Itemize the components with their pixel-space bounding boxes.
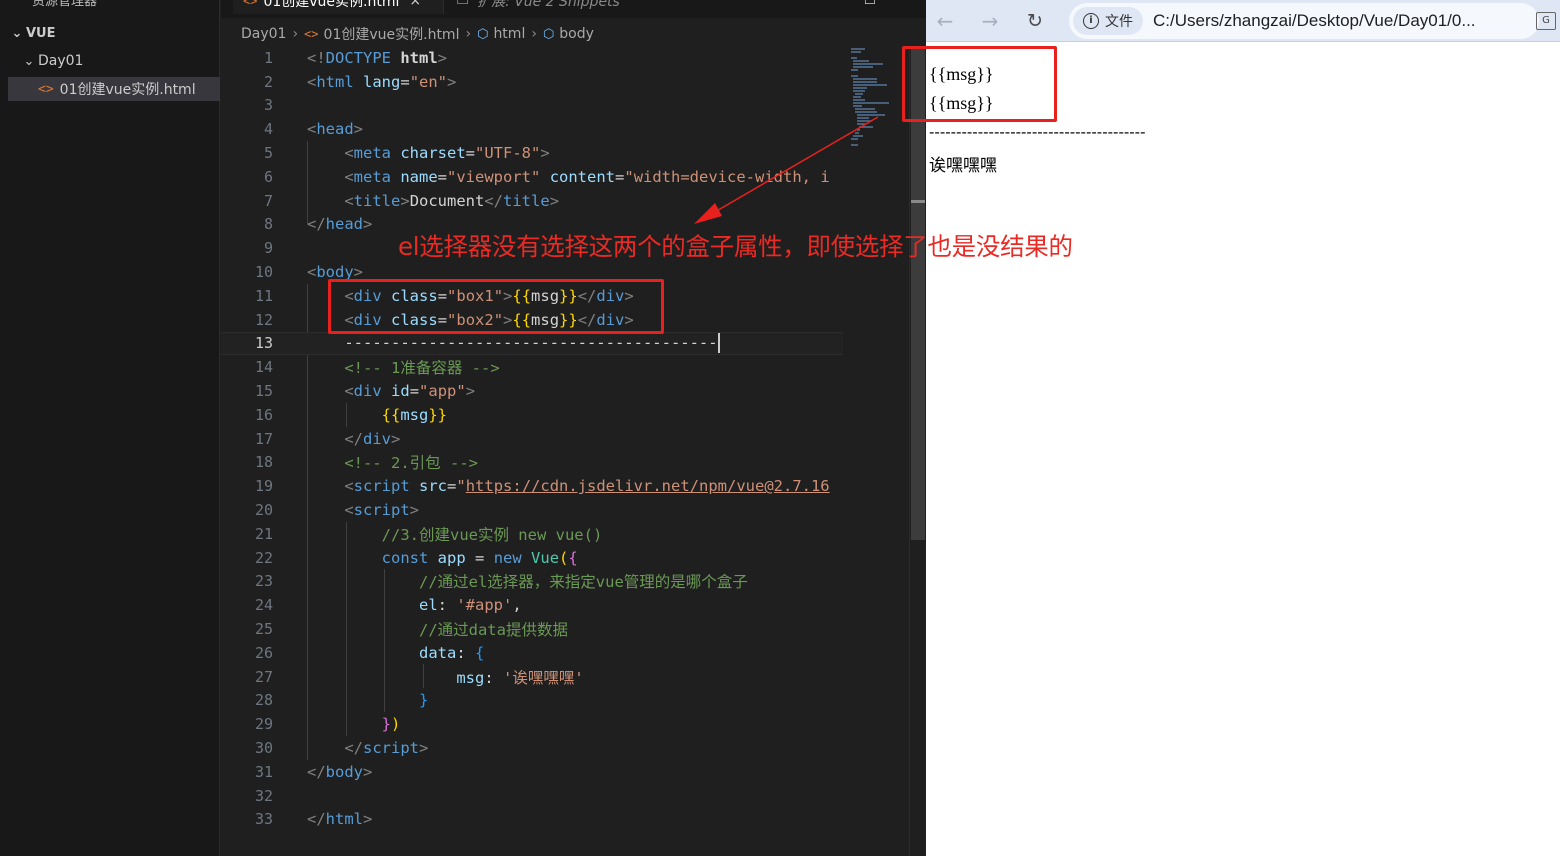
code-line: 23 //通过el选择器，来指定vue管理的是哪个盒子 — [254, 572, 748, 592]
extension-icon: ▭ — [456, 0, 470, 9]
breadcrumb-file[interactable]: 01创建vue实例.html — [324, 24, 460, 44]
code-line: 15 <div id="app"> — [254, 382, 476, 401]
code-line: 12 <div class="box2">{{msg}}</div> — [254, 310, 634, 329]
breadcrumb-folder[interactable]: Day01 — [241, 26, 286, 42]
code-line: 21 //3.创建vue实例 new vue() — [254, 524, 603, 544]
back-arrow-icon[interactable]: ← — [932, 8, 958, 34]
code-line: 30 </script> — [254, 739, 429, 758]
tree-file-label: 01创建vue实例.html — [59, 82, 196, 98]
code-line: 16 {{msg}} — [254, 405, 447, 424]
chevron-right-icon: › — [531, 26, 537, 42]
code-line: 20 <script> — [254, 501, 420, 520]
info-icon: i — [1083, 13, 1099, 29]
activity-bar — [0, 0, 8, 856]
address-bar[interactable]: i 文件 C:/Users/zhangzai/Desktop/Vue/Day01… — [1069, 3, 1539, 39]
site-info-chip[interactable]: i 文件 — [1073, 7, 1143, 35]
browser-window: ← → ↻ i 文件 C:/Users/zhangzai/Desktop/Vue… — [926, 0, 1560, 856]
code-line-current: 13 -------------------------------------… — [221, 331, 843, 356]
code-line: 2 <html lang="en"> — [263, 72, 457, 91]
chevron-right-icon: › — [292, 26, 299, 42]
annotation-text: el选择器没有选择这两个的盒子属性，即使选择了也是没结果的 — [398, 232, 1073, 261]
code-line: 14 <!-- 1准备容器 --> — [254, 358, 500, 378]
code-line: 26 data: { — [254, 643, 485, 662]
split-editor-icon[interactable]: ▭ — [864, 0, 876, 9]
tab-label: 01创建vue实例.html — [263, 0, 400, 10]
breadcrumb-html[interactable]: html — [493, 26, 525, 42]
code-line: 22 const app = new Vue({ — [254, 548, 578, 567]
explorer-sidebar: 资源管理器 ⌄ VUE ⌄ Day01 <> 01创建vue实例.html — [8, 0, 220, 856]
code-line: 17 </div> — [254, 429, 401, 448]
code-line: 7 <title>Document</title> — [263, 191, 560, 210]
html-file-icon: <> — [243, 0, 258, 8]
code-line: 33 </html> — [254, 810, 373, 829]
tab-bar: <> 01创建vue实例.html × ▭ 扩展: Vue 2 Snippets… — [221, 0, 926, 18]
site-info-label: 文件 — [1105, 14, 1133, 30]
chevron-down-icon: ⌄ — [23, 53, 35, 69]
browser-toolbar: ← → ↻ i 文件 C:/Users/zhangzai/Desktop/Vue… — [926, 0, 1560, 42]
breadcrumb-body[interactable]: body — [559, 26, 594, 42]
url-text[interactable]: C:/Users/zhangzai/Desktop/Vue/Day01/0... — [1153, 11, 1476, 31]
tab-vue-instance[interactable]: <> 01创建vue实例.html × — [233, 0, 443, 14]
cursor-position-marker — [911, 200, 925, 203]
forward-arrow-icon[interactable]: → — [977, 8, 1003, 34]
tab-label: 扩展: Vue 2 Snippets — [477, 0, 620, 10]
code-line: 11 <div class="box1">{{msg}}</div> — [254, 286, 634, 305]
code-line: 29 }) — [254, 715, 401, 734]
editor-scrollbar[interactable] — [909, 46, 926, 856]
page-content: {{msg}} {{msg}} ------------------------… — [926, 42, 1560, 856]
code-line: 6 <meta name="viewport" content="width=d… — [263, 167, 830, 186]
code-line: 5 <meta charset="UTF-8"> — [263, 144, 550, 163]
tab-extension[interactable]: ▭ 扩展: Vue 2 Snippets — [443, 0, 658, 14]
html-file-icon: <> — [304, 27, 319, 41]
page-text-msg: 诶嘿嘿嘿 — [929, 156, 997, 176]
code-line: 31 </body> — [254, 762, 373, 781]
code-line: 32 — [254, 786, 273, 805]
element-icon: ⬡ — [477, 26, 489, 42]
html-file-icon: <> — [38, 81, 54, 97]
tree-file-vue-instance[interactable]: <> 01创建vue实例.html — [8, 77, 220, 101]
code-line: 28 } — [254, 691, 429, 710]
code-editor[interactable]: 1 <!DOCTYPE html> 2 <html lang="en"> 3 4 <h… — [221, 46, 843, 856]
close-icon[interactable]: × — [409, 0, 421, 9]
page-text-box2: {{msg}} — [929, 93, 994, 113]
code-line: 3 — [263, 96, 273, 115]
scrollbar-thumb[interactable] — [911, 46, 925, 540]
breadcrumb: Day01 › <> 01创建vue实例.html › ⬡ html › ⬡ b… — [241, 24, 594, 44]
code-line: 4 <head> — [263, 120, 364, 139]
code-line: 18 <!-- 2.引包 --> — [254, 453, 478, 473]
element-icon: ⬡ — [542, 26, 555, 42]
translate-icon[interactable]: G — [1536, 12, 1556, 30]
tree-folder-day01[interactable]: ⌄ Day01 — [8, 49, 220, 73]
code-line: 1 <!DOCTYPE html> — [263, 48, 448, 67]
explorer-title: 资源管理器 — [32, 0, 98, 9]
code-line: 19 <script src="https://cdn.jsdelivr.net… — [254, 477, 830, 496]
tree-root-vue[interactable]: ⌄ VUE — [8, 21, 220, 45]
code-line: 10 <body> — [254, 263, 364, 282]
minimap[interactable] — [843, 46, 909, 856]
chevron-right-icon: › — [465, 26, 472, 42]
code-line: 27 msg: '诶嘿嘿嘿' — [254, 667, 584, 687]
code-line: 25 //通过data提供数据 — [254, 620, 568, 640]
reload-icon[interactable]: ↻ — [1022, 8, 1048, 34]
tree-root-label: VUE — [26, 25, 56, 41]
page-text-box1: {{msg}} — [929, 64, 994, 84]
page-text-divider: ---------------------------------------- — [929, 123, 1146, 141]
code-line: 24 el: '#app', — [254, 596, 522, 615]
text-cursor — [717, 333, 720, 354]
tree-folder-label: Day01 — [38, 53, 84, 69]
chevron-down-icon: ⌄ — [11, 25, 23, 41]
